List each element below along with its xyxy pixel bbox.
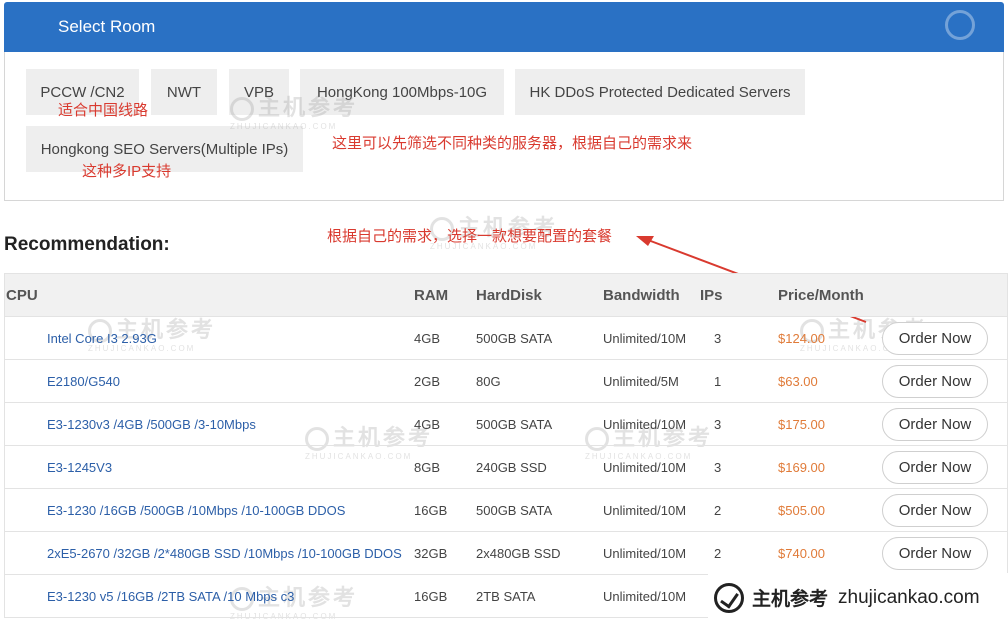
table-row: E3-1230 /16GB /500GB /10Mbps /10-100GB D… — [4, 489, 1008, 532]
room-vpb-button[interactable]: VPB — [229, 69, 289, 115]
brand-name: 主机参考 — [752, 589, 829, 610]
cell-bandwidth: Unlimited/10M — [603, 589, 687, 604]
cell-cpu[interactable]: E3-1230v3 /4GB /500GB /3-10Mbps — [47, 417, 256, 432]
cell-bandwidth: Unlimited/10M — [603, 460, 687, 475]
header-bandwidth: Bandwidth — [603, 287, 680, 304]
cell-cpu[interactable]: Intel Core I3 2.93G — [47, 331, 157, 346]
header-ram: RAM — [414, 287, 449, 304]
order-now-button[interactable]: Order Now — [882, 408, 988, 441]
cell-cpu[interactable]: E3-1230 v5 /16GB /2TB SATA /10 Mbps c3 — [47, 589, 294, 604]
room-hongkong-100mbps-button[interactable]: HongKong 100Mbps-10G — [300, 69, 504, 115]
table-row: Intel Core I3 2.93G 4GB 500GB SATA Unlim… — [4, 317, 1008, 360]
cell-cpu[interactable]: E3-1230 /16GB /500GB /10Mbps /10-100GB D… — [47, 503, 345, 518]
cell-ram: 4GB — [414, 417, 441, 432]
cell-bandwidth: Unlimited/10M — [603, 417, 687, 432]
cell-bandwidth: Unlimited/10M — [603, 546, 687, 561]
cell-ram: 8GB — [414, 460, 441, 475]
cell-ram: 32GB — [414, 546, 448, 561]
select-room-header: Select Room — [4, 2, 1004, 52]
cell-ips: 2 — [714, 546, 722, 561]
cell-price: $175.00 — [778, 417, 825, 432]
room-nwt-button[interactable]: NWT — [151, 69, 217, 115]
header-cpu: CPU — [6, 287, 38, 304]
site-logo-icon — [945, 10, 975, 40]
cell-harddisk: 80G — [476, 374, 501, 389]
annotation-choose-hint: 根据自己的需求，选择一款想要配置的套餐 — [327, 228, 613, 245]
annotation-china-line: 适合中国线路 — [58, 102, 149, 119]
cell-harddisk: 500GB SATA — [476, 331, 553, 346]
cell-ram: 16GB — [414, 503, 448, 518]
recommendation-title: Recommendation: — [4, 234, 170, 255]
cell-price: $63.00 — [778, 374, 818, 389]
order-now-button[interactable]: Order Now — [882, 322, 988, 355]
cell-cpu[interactable]: 2xE5-2670 /32GB /2*480GB SSD /10Mbps /10… — [47, 546, 402, 561]
order-now-button[interactable]: Order Now — [882, 365, 988, 398]
cell-ips: 3 — [714, 417, 722, 432]
table-header: CPU RAM HardDisk Bandwidth IPs Price/Mon… — [4, 273, 1008, 317]
cell-cpu[interactable]: E3-1245V3 — [47, 460, 112, 475]
cell-ram: 2GB — [414, 374, 441, 389]
order-now-button[interactable]: Order Now — [882, 451, 988, 484]
cell-ips: 3 — [714, 331, 722, 346]
cell-bandwidth: Unlimited/5M — [603, 374, 679, 389]
table-row: E3-1245V3 8GB 240GB SSD Unlimited/10M 3 … — [4, 446, 1008, 489]
cell-ram: 4GB — [414, 331, 441, 346]
table-row: 2xE5-2670 /32GB /2*480GB SSD /10Mbps /10… — [4, 532, 1008, 575]
cell-price: $169.00 — [778, 460, 825, 475]
table-row: E2180/G540 2GB 80G Unlimited/5M 1 $63.00… — [4, 360, 1008, 403]
cell-harddisk: 500GB SATA — [476, 503, 553, 518]
cell-harddisk: 2TB SATA — [476, 589, 536, 604]
cell-ips: 2 — [714, 503, 722, 518]
brand-domain: zhujicankao.com — [838, 586, 980, 608]
server-table: CPU RAM HardDisk Bandwidth IPs Price/Mon… — [4, 273, 1008, 618]
cell-harddisk: 500GB SATA — [476, 417, 553, 432]
header-price: Price/Month — [778, 287, 864, 304]
cell-price: $124.00 — [778, 331, 825, 346]
header-ips: IPs — [700, 287, 723, 304]
order-now-button[interactable]: Order Now — [882, 537, 988, 570]
cell-price: $505.00 — [778, 503, 825, 518]
cell-harddisk: 240GB SSD — [476, 460, 547, 475]
cell-harddisk: 2x480GB SSD — [476, 546, 561, 561]
order-now-button[interactable]: Order Now — [882, 494, 988, 527]
room-filter-panel: PCCW /CN2 NWT VPB HongKong 100Mbps-10G H… — [4, 52, 1004, 201]
cell-ips: 1 — [714, 374, 722, 389]
table-row: E3-1230v3 /4GB /500GB /3-10Mbps 4GB 500G… — [4, 403, 1008, 446]
select-room-title: Select Room — [58, 17, 156, 36]
arrow-head — [636, 236, 654, 246]
cell-ram: 16GB — [414, 589, 448, 604]
header-harddisk: HardDisk — [476, 287, 542, 304]
annotation-filter-hint: 这里可以先筛选不同种类的服务器，根据自己的需求来 — [332, 135, 693, 152]
brand-logo-icon — [714, 582, 744, 613]
brand-watermark: 主机参考 zhujicankao.com — [708, 573, 1008, 622]
cell-cpu[interactable]: E2180/G540 — [47, 374, 120, 389]
room-hk-ddos-button[interactable]: HK DDoS Protected Dedicated Servers — [515, 69, 805, 115]
cell-bandwidth: Unlimited/10M — [603, 503, 687, 518]
cell-ips: 3 — [714, 460, 722, 475]
cell-bandwidth: Unlimited/10M — [603, 331, 687, 346]
annotation-multi-ip: 这种多IP支持 — [82, 163, 172, 180]
cell-price: $740.00 — [778, 546, 825, 561]
